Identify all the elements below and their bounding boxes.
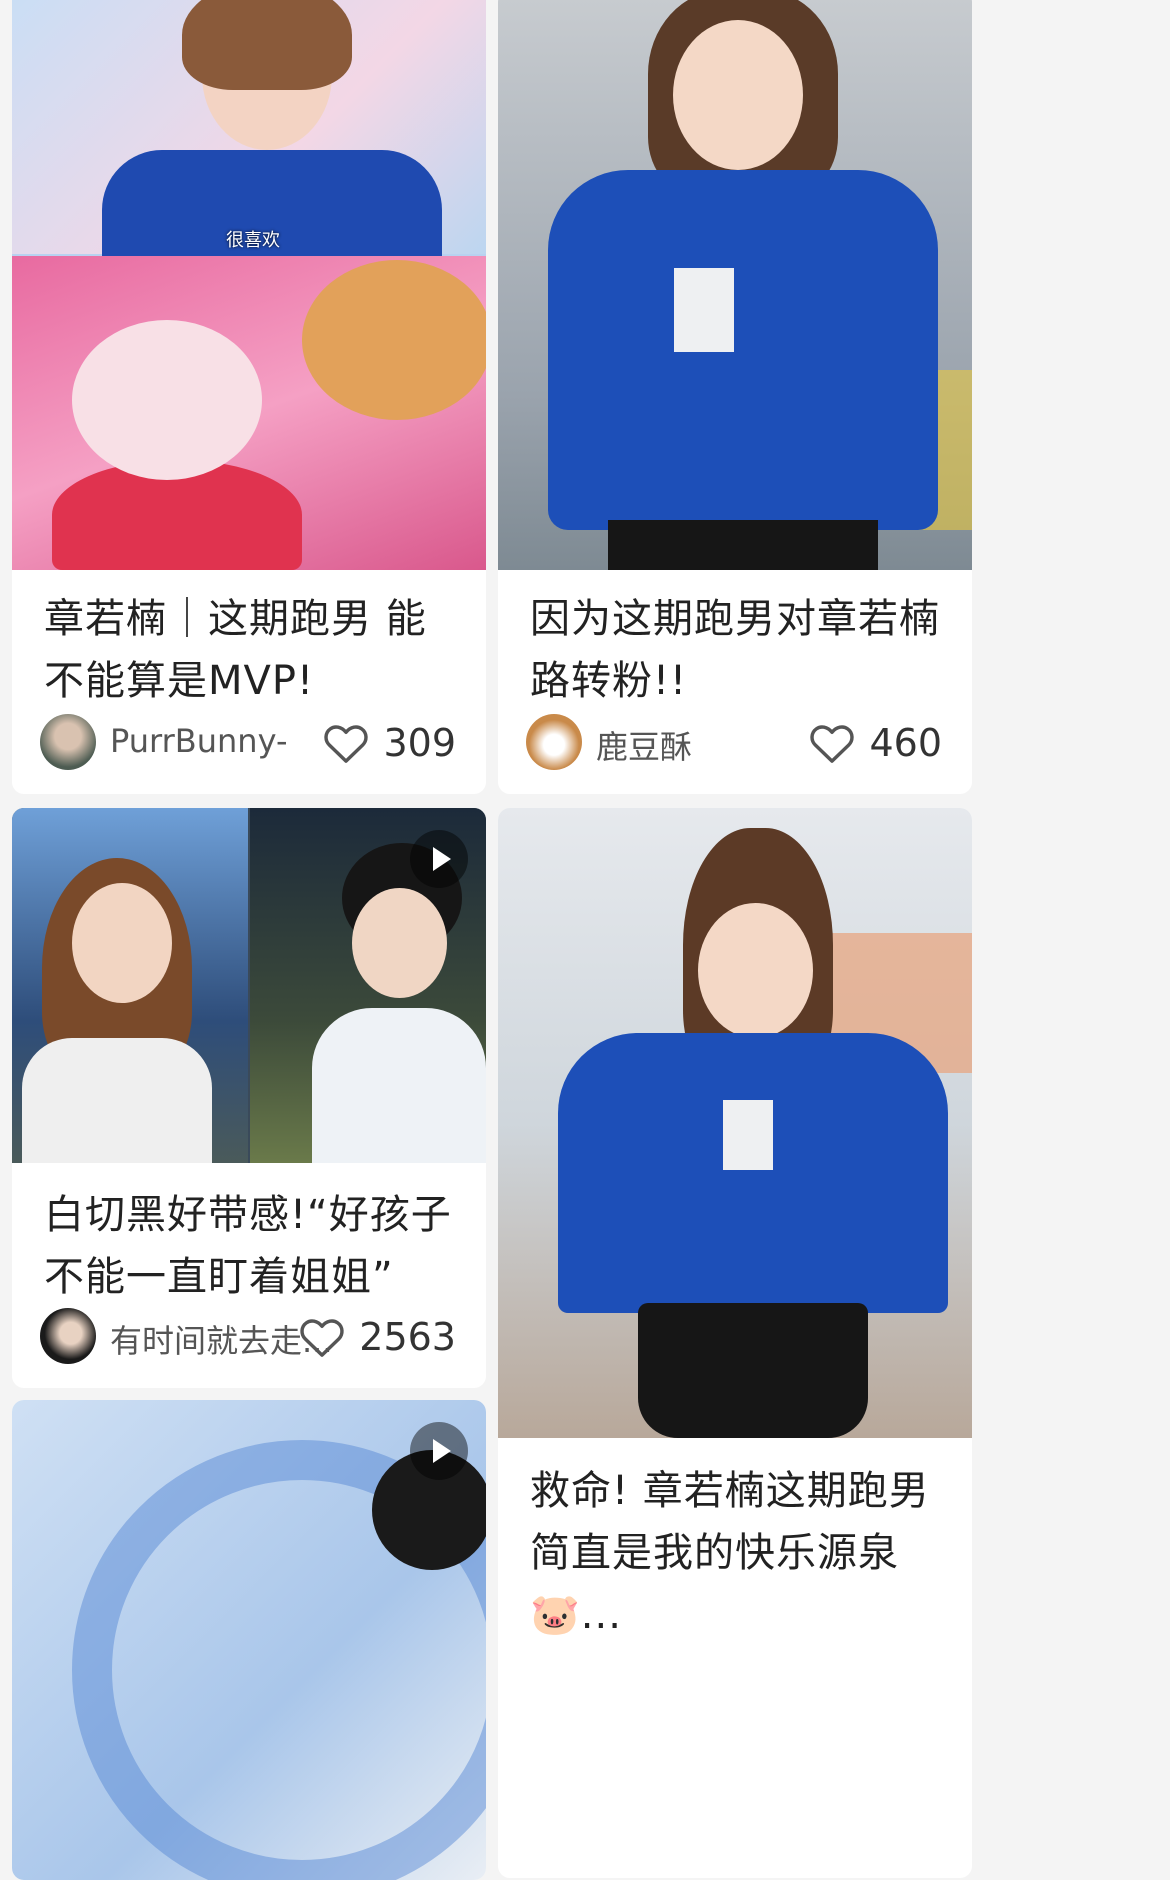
card-title: 章若楠｜这期跑男 能不能算是MVP! [44,596,427,704]
card-cover-image[interactable]: 很喜欢 [12,0,486,570]
note-card[interactable]: 救命! 章若楠这期跑男简直是我的快乐源泉🐷... [498,808,972,1878]
card-meta: 鹿豆酥 460 [526,714,942,774]
play-icon[interactable] [410,1422,468,1480]
photo-cartoon-hair [302,260,486,420]
heart-outline-icon [324,725,369,763]
photo-cartoon-head [72,320,262,480]
author-name[interactable]: 鹿豆酥 [596,722,692,768]
heart-outline-icon [810,725,855,763]
like-button[interactable]: 460 [809,718,942,768]
card-title: 白切黑好带感!“好孩子不能一直盯着姐姐” [44,1192,452,1300]
author-avatar[interactable] [40,1308,96,1364]
card-title: 因为这期跑男对章若楠路转粉!! [530,596,940,704]
card-meta: 有时间就去走... 2563 [40,1308,456,1368]
like-count: 2563 [359,1315,456,1359]
photo-man-face [352,888,447,998]
photo-woman-body [22,1038,212,1163]
card-cover-image[interactable] [498,808,972,1438]
heart-outline-icon [300,1319,344,1357]
photo-hair [182,0,352,90]
card-cover-image[interactable] [12,808,486,1163]
photo-shirt-print [674,268,734,352]
card-title: 救命! 章若楠这期跑男简直是我的快乐源泉🐷... [530,1468,930,1638]
card-cover-image[interactable] [12,1400,486,1880]
photo-face [673,20,803,170]
play-icon[interactable] [410,830,468,888]
author-avatar[interactable] [526,714,582,770]
photo-shirt-print [723,1100,773,1170]
video-subtitle: 很喜欢 [226,230,280,251]
photo-shirt [548,170,938,530]
photo-woman-face [72,883,172,1003]
photo-face [698,903,813,1038]
note-card[interactable] [12,1400,486,1880]
author-avatar[interactable] [40,714,96,770]
photo-shirt [558,1033,948,1313]
note-card[interactable]: 很喜欢 章若楠｜这期跑男 能不能算是MVP! PurrBunny- 309 [12,0,486,794]
like-button[interactable]: 2563 [299,1312,456,1362]
like-button[interactable]: 309 [323,718,456,768]
card-meta: PurrBunny- 309 [40,714,456,774]
like-count: 460 [869,721,942,765]
note-card[interactable]: 白切黑好带感!“好孩子不能一直盯着姐姐” 有时间就去走... 2563 [12,808,486,1388]
like-count: 309 [383,721,456,765]
card-cover-image[interactable] [498,0,972,570]
author-name[interactable]: PurrBunny- [110,722,287,760]
photo-skirt [608,520,878,570]
photo-skirt [638,1303,868,1438]
note-card[interactable]: 因为这期跑男对章若楠路转粉!! 鹿豆酥 460 [498,0,972,794]
photo-man-body [312,1008,486,1163]
